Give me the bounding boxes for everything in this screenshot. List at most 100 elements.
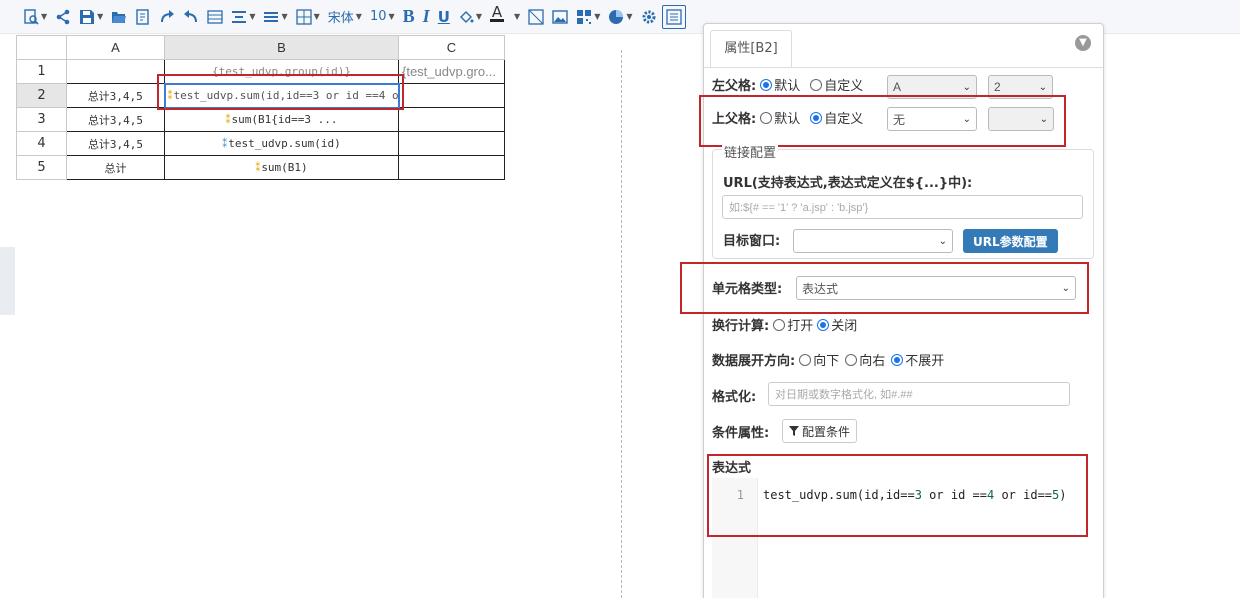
radio-label: 打开 [787,319,814,334]
import-button[interactable] [132,5,154,29]
line-calc-off-radio[interactable]: 关闭 [817,315,857,334]
expand-down-radio[interactable]: 向下 [799,350,839,369]
left-parent-row-select[interactable]: 2 ⌄ [988,75,1053,99]
valign-button[interactable]: ▼ [260,5,290,29]
image-icon [552,9,568,24]
code-token: or id == [921,488,987,502]
cell-a1[interactable] [66,59,165,84]
row-header[interactable]: 3 [16,107,67,132]
target-window-row: 目标窗口: [723,230,784,249]
expand-right-radio[interactable]: 向右 [845,350,885,369]
column-header-c[interactable]: C [398,35,505,60]
left-parent-label: 左父格: [712,79,757,94]
collapse-panel-icon[interactable]: ▼ [1075,35,1091,51]
font-color-caret[interactable]: ▼ [509,5,523,29]
chevron-down-icon: ⌄ [1039,113,1048,125]
cell-a3[interactable]: 总计3,4,5 [66,107,165,132]
tab-properties[interactable]: 属性[B2] [710,30,792,67]
expression-code[interactable]: test_udvp.sum(id,id==3 or id ==4 or id==… [763,488,1066,502]
radio-icon [845,353,858,366]
cell-b1[interactable]: {test_udvp.group(id)} [164,59,399,84]
share-button[interactable] [52,5,74,29]
expand-none-radio[interactable]: 不展开 [891,350,944,369]
slash-button[interactable] [525,5,547,29]
row-header[interactable]: 5 [16,155,67,180]
radio-icon [799,353,812,366]
merge-button[interactable] [204,5,226,29]
row-header[interactable]: 2 [16,83,67,108]
cell-c3[interactable] [398,107,505,132]
font-family-select[interactable]: 宋体 ▼ [325,5,365,29]
table-row: 5 总计 ⁑sum(B1) [16,155,505,180]
font-color-button[interactable]: A [487,4,507,29]
fill-color-button[interactable]: ▼ [455,5,485,29]
cell-b5[interactable]: ⁑sum(B1) [164,155,399,180]
image-button[interactable] [549,5,571,29]
select-value: 2 [994,80,1001,94]
cell-b4[interactable]: ⁑test_udvp.sum(id) [164,131,399,156]
cell-b3-text: sum(B1{id==3 ... [231,113,338,127]
cell-b3[interactable]: ⁑sum(B1{id==3 ... [164,107,399,132]
property-panel-button[interactable] [661,4,686,29]
config-condition-button[interactable]: 配置条件 [782,419,858,443]
format-input[interactable]: 对日期或数字格式化, 如#.## [768,382,1070,406]
font-size-select[interactable]: 10 ▼ [367,5,398,29]
report-designer: ▼ ▼ ▼ ▼ ▼ 宋体 ▼ 10 ▼ B I U ▼ A ▼ ▼ ▼ A B … [0,0,1240,598]
top-parent-custom-radio[interactable]: 自定义 [810,108,863,127]
expression-editor[interactable]: 1 test_udvp.sum(id,id==3 or id ==4 or id… [712,478,1094,598]
radio-label: 默认 [774,112,801,127]
cell-b5-text: sum(B1) [261,161,308,174]
top-parent-col-select[interactable]: 无 ⌄ [887,107,977,131]
row-header[interactable]: 4 [16,131,67,156]
left-parent-col-select[interactable]: A ⌄ [887,75,977,99]
cell-b2-text: test_udvp.sum(id,id==3 or id ==4 or i [173,89,399,102]
bold-button[interactable]: B [400,5,418,29]
radio-icon [810,78,823,91]
corner-cell[interactable] [16,35,67,60]
preview-icon [24,8,39,25]
top-parent-default-radio[interactable]: 默认 [760,108,800,127]
top-parent-label: 上父格: [712,112,757,127]
row-header[interactable]: 1 [16,59,67,84]
italic-button[interactable]: I [420,5,433,29]
top-parent-row-select[interactable]: ⌄ [988,107,1054,131]
radio-checked-icon [760,78,773,91]
radio-checked-icon [810,111,823,124]
settings-button[interactable] [638,5,660,29]
cell-a2[interactable]: 总计3,4,5 [66,83,165,108]
undo-button[interactable] [180,5,202,29]
column-header-b[interactable]: B [164,35,399,60]
chevron-down-icon: ⌄ [962,81,971,93]
select-value: A [893,80,902,94]
cell-type-select[interactable]: 表达式 ⌄ [796,276,1076,300]
cell-c1[interactable]: {test_udvp.gro... [398,59,505,84]
cell-b2-selected[interactable]: ⁑test_udvp.sum(id,id==3 or id ==4 or i [163,82,400,109]
expand-marker-icon: ⁑ [222,139,228,150]
align-button[interactable]: ▼ [228,5,258,29]
redo-button[interactable] [156,5,178,29]
cell-c5[interactable] [398,155,505,180]
cell-c4[interactable] [398,131,505,156]
underline-button[interactable]: U [435,5,453,29]
left-parent-default-radio[interactable]: 默认 [760,75,800,94]
target-window-select[interactable]: ⌄ [793,229,953,253]
cell-c2[interactable] [398,83,505,108]
chevron-down-icon: ⌄ [938,235,947,247]
left-parent-custom-radio[interactable]: 自定义 [810,75,863,94]
column-header-a[interactable]: A [66,35,165,60]
chart-button[interactable]: ▼ [605,5,635,29]
radio-icon [760,111,773,124]
url-params-button[interactable]: URL参数配置 [963,229,1058,253]
preview-button[interactable]: ▼ [20,5,50,29]
open-button[interactable] [108,5,130,29]
save-button[interactable]: ▼ [76,5,106,29]
url-input[interactable]: 如:${# == '1' ? 'a.jsp' : 'b.jsp'} [722,195,1083,219]
redo-icon [161,9,175,22]
line-calc-label: 换行计算: [712,319,770,334]
line-calc-on-radio[interactable]: 打开 [773,315,813,334]
cell-a4[interactable]: 总计3,4,5 [66,131,165,156]
cell-a5[interactable]: 总计 [66,155,165,180]
undo-icon [184,9,198,22]
qrcode-button[interactable]: ▼ [573,5,603,29]
border-button[interactable]: ▼ [293,5,323,29]
